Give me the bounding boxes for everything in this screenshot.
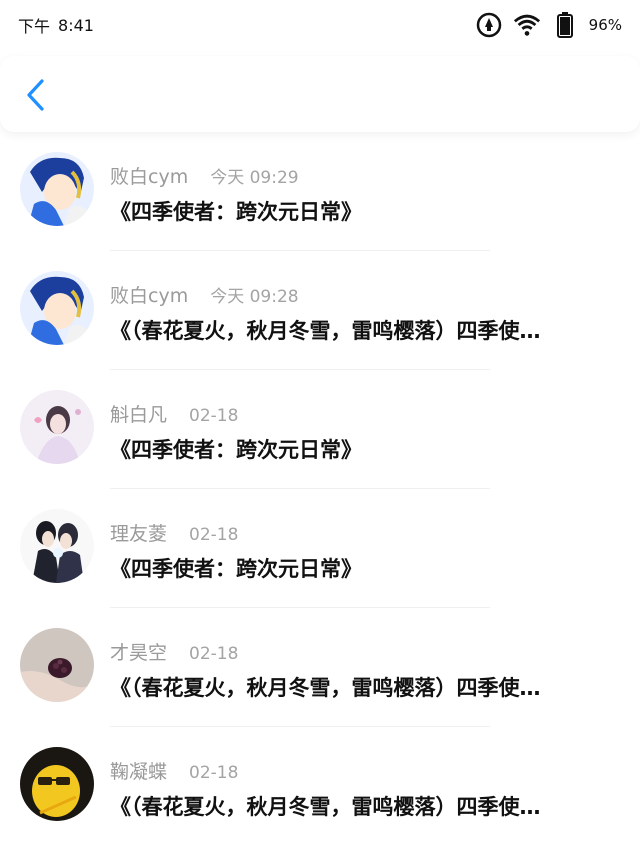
item-title[interactable]: 《（春花夏火，秋月冬雪，雷鸣樱落）四季使… (110, 315, 625, 345)
avatar[interactable] (20, 509, 94, 583)
item-title[interactable]: 《四季使者：跨次元日常》 (110, 434, 625, 464)
list-item[interactable]: 败白cym 今天 09:29 《四季使者：跨次元日常》 (0, 138, 640, 257)
status-icons: 96% (475, 11, 622, 39)
avatar[interactable] (20, 747, 94, 821)
back-button[interactable] (18, 78, 52, 112)
user-name[interactable]: 才昊空 (110, 638, 167, 665)
timestamp: 02-18 (189, 763, 239, 783)
timestamp: 02-18 (189, 644, 239, 664)
list-item[interactable]: 才昊空 02-18 《（春花夏火，秋月冬雪，雷鸣樱落）四季使… (0, 614, 640, 733)
comment-list: 败白cym 今天 09:29 《四季使者：跨次元日常》 败白cym 今天 09:… (0, 138, 640, 852)
time-prefix: 下午 (18, 17, 51, 36)
timestamp: 02-18 (189, 406, 239, 426)
status-bar: 下午 8:41 96% (0, 0, 640, 50)
divider (110, 250, 490, 251)
divider (110, 607, 490, 608)
avatar[interactable] (20, 390, 94, 464)
list-item[interactable]: 鞠凝蝶 02-18 《（春花夏火，秋月冬雪，雷鸣樱落）四季使… (0, 733, 640, 852)
timestamp: 今天 09:28 (210, 287, 299, 307)
list-item[interactable]: 理友菱 02-18 《四季使者：跨次元日常》 (0, 495, 640, 614)
user-name[interactable]: 败白cym (110, 281, 188, 308)
avatar[interactable] (20, 628, 94, 702)
item-title[interactable]: 《四季使者：跨次元日常》 (110, 553, 625, 583)
list-item[interactable]: 斛白凡 02-18 《四季使者：跨次元日常》 (0, 376, 640, 495)
user-name[interactable]: 理友菱 (110, 519, 167, 546)
time-text: 8:41 (58, 15, 94, 35)
avatar[interactable] (20, 271, 94, 345)
avatar[interactable] (20, 152, 94, 226)
user-name[interactable]: 败白cym (110, 162, 188, 189)
user-name[interactable]: 鞠凝蝶 (110, 757, 167, 784)
item-title[interactable]: 《（春花夏火，秋月冬雪，雷鸣樱落）四季使… (110, 791, 625, 821)
divider (110, 488, 490, 489)
timestamp: 02-18 (189, 525, 239, 545)
timestamp: 今天 09:29 (210, 168, 299, 188)
item-title[interactable]: 《四季使者：跨次元日常》 (110, 196, 625, 226)
battery-percent: 96% (588, 16, 622, 34)
divider (110, 726, 490, 727)
header-bar (0, 56, 640, 132)
divider (110, 369, 490, 370)
user-name[interactable]: 斛白凡 (110, 400, 167, 427)
alarm-icon (475, 11, 503, 39)
item-title[interactable]: 《（春花夏火，秋月冬雪，雷鸣樱落）四季使… (110, 672, 625, 702)
battery-icon (551, 11, 579, 39)
list-item[interactable]: 败白cym 今天 09:28 《（春花夏火，秋月冬雪，雷鸣樱落）四季使… (0, 257, 640, 376)
wifi-icon (513, 11, 541, 39)
status-time: 下午 8:41 (18, 13, 94, 37)
chevron-left-icon (27, 79, 44, 111)
